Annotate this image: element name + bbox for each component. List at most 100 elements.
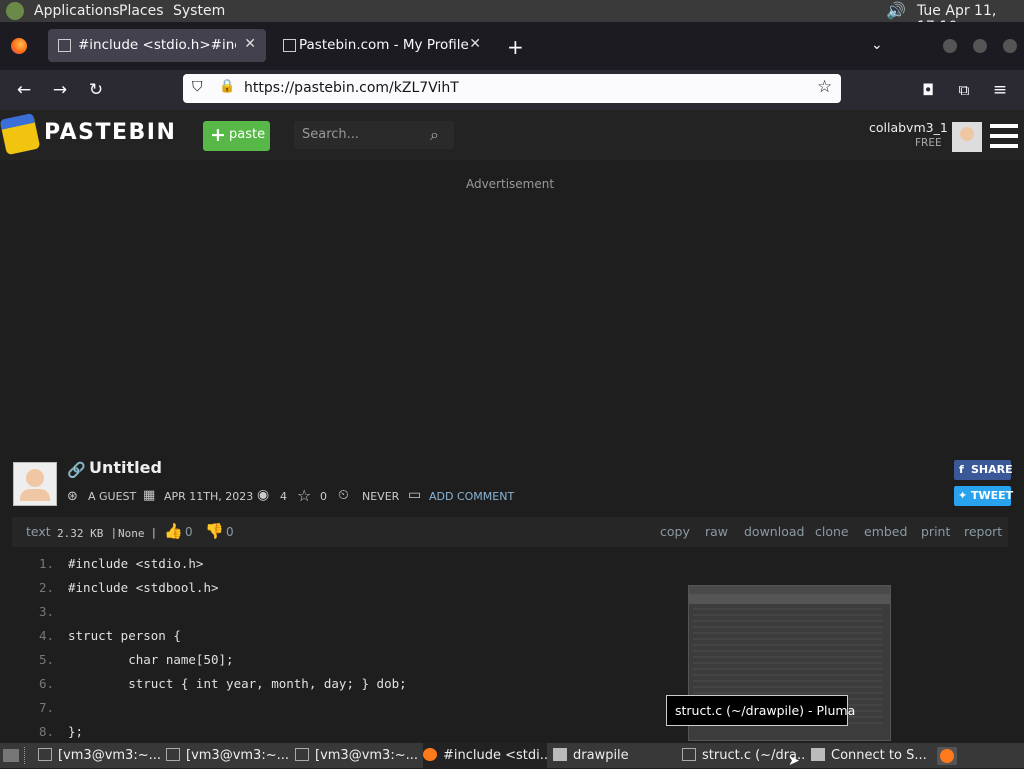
taskbar-tooltip: struct.c (~/drawpile) - Pluma [666,695,855,726]
gnome-foot-icon[interactable] [6,2,24,20]
taskbar-item-label: drawpile [573,748,629,763]
taskbar: [vm3@vm3:~... [vm3@vm3:~... [vm3@vm3:~..… [0,743,1024,768]
taskbar-item-terminal-2[interactable]: [vm3@vm3:~... [166,743,288,768]
raw-link[interactable]: raw [705,524,728,539]
code-line: struct { int year, month, day; } dob; [68,676,407,691]
print-link[interactable]: print [921,524,950,539]
paste-date: APR 11TH, 2023 [164,490,254,503]
line-number: 2. [38,580,54,595]
taskbar-item-terminal-1[interactable]: [vm3@vm3:~... [38,743,160,768]
taskbar-item-label: [vm3@vm3:~... [58,748,160,763]
applications-menu[interactable]: Applications [34,3,120,19]
shield-icon[interactable]: ⛉ [192,79,203,95]
account-plan: FREE [915,137,942,149]
list-tabs-chevron-icon[interactable]: ⌄ [871,37,883,53]
copy-link[interactable]: copy [660,524,690,539]
paste-views: 4 [280,490,287,503]
expiry-icon: ⏲ [338,487,349,503]
paste-title: Untitled [89,458,162,477]
tab-include-stdio[interactable]: #include <stdio.h>#include < ✕ [48,29,266,62]
window-list-handle[interactable] [24,747,29,764]
bookmark-star-icon[interactable]: ☆ [817,77,832,97]
paste-author: A GUEST [88,490,137,503]
paste-button-label: paste [229,127,266,142]
volume-icon[interactable]: 🔊 [886,1,906,20]
new-paste-button[interactable]: + paste [203,121,270,151]
download-link[interactable]: download [744,524,804,539]
reload-icon[interactable]: ↻ [84,78,108,102]
code-line: char name[50]; [68,652,234,667]
system-menu[interactable]: System [173,3,225,19]
back-arrow-icon[interactable]: ← [12,78,36,102]
code-toolbar [12,517,1008,547]
close-window-icon[interactable] [1003,39,1017,53]
close-tab-icon[interactable]: ✕ [244,36,256,52]
terminal-icon [166,748,180,761]
maximize-window-icon[interactable] [973,39,987,53]
line-number: 7. [38,700,54,715]
lock-icon[interactable]: 🔒 [219,79,235,94]
firefox-icon[interactable] [11,38,27,54]
url-text[interactable]: https://pastebin.com/kZL7VihT [244,80,459,96]
dislikes-count: 0 [226,525,234,539]
pastebin-logo-icon[interactable] [0,112,41,156]
tab-pastebin-profile[interactable]: Pastebin.com - My Profile ✕ [273,29,491,62]
taskbar-item-drawpile[interactable]: drawpile [553,743,675,768]
advertisement-label: Advertisement [465,177,555,191]
clone-link[interactable]: clone [815,524,849,539]
places-menu[interactable]: Places [119,3,164,19]
code-line: }; [68,724,84,739]
pocket-icon[interactable]: ◘ [916,78,940,102]
search-input[interactable]: Search... ⌕ [294,121,454,149]
extensions-icon[interactable]: ⧉ [952,78,976,102]
firefox-launcher-icon[interactable] [937,747,957,765]
code-line: #include <stdio.h> [68,556,204,571]
line-number: 6. [38,676,54,691]
close-tab-icon[interactable]: ✕ [469,36,481,52]
link-icon: 🔗 [67,461,86,479]
share-button[interactable]: f SHARE [954,460,1013,480]
line-number: 8. [38,724,54,739]
new-tab-icon[interactable]: + [507,35,524,59]
add-comment-link[interactable]: ADD COMMENT [429,490,514,503]
taskbar-item-firefox[interactable]: #include <stdi... [423,743,547,768]
user-avatar[interactable] [952,122,982,152]
taskbar-item-pluma[interactable]: struct.c (~/dra... [682,743,804,768]
report-link[interactable]: report [964,524,1002,539]
line-number: 4. [38,628,54,643]
taskbar-item-label: Connect to S... [831,748,927,763]
line-number: 1. [38,556,54,571]
separator: | [112,526,116,539]
twitter-icon: ✦ [958,489,968,502]
taskbar-item-terminal-3[interactable]: [vm3@vm3:~... [295,743,417,768]
syntax-label[interactable]: text [26,524,51,539]
tweet-button[interactable]: ✦ TWEET [954,486,1014,506]
thumbs-down-icon[interactable]: 👎 [205,522,224,540]
show-desktop-icon[interactable] [3,749,19,762]
search-icon[interactable]: ⌕ [430,125,439,145]
mouse-pointer-icon: ➤ [788,753,800,769]
site-logo-text[interactable]: PASTEBIN [44,120,176,145]
tab-title: #include <stdio.h>#include < [78,37,236,53]
firefox-icon [423,748,437,761]
taskbar-item-connect[interactable]: Connect to S... [811,743,933,768]
search-placeholder: Search... [302,127,360,142]
taskbar-item-label: [vm3@vm3:~... [186,748,288,763]
thumbs-up-icon[interactable]: 👍 [164,522,183,540]
url-bar[interactable]: ⛉ 🔒 https://pastebin.com/kZL7VihT ☆ [183,74,841,103]
line-number: 5. [38,652,54,667]
menu-hamburger-icon[interactable]: ≡ [988,78,1012,102]
facebook-icon: f [959,463,964,476]
tweet-label: TWEET [971,489,1014,502]
forward-arrow-icon[interactable]: → [48,78,72,102]
embed-link[interactable]: embed [864,524,907,539]
star-icon[interactable]: ☆ [297,486,311,505]
username[interactable]: collabvm3_1 [869,120,948,135]
top-panel: Applications Places System 🔊 Tue Apr 11,… [0,0,1024,35]
minimize-window-icon[interactable] [943,39,957,53]
share-label: SHARE [971,463,1013,476]
taskbar-item-label: [vm3@vm3:~... [315,748,417,763]
text-editor-icon [682,748,696,761]
paste-stars: 0 [320,490,327,503]
site-menu-hamburger-icon[interactable] [990,124,1018,150]
